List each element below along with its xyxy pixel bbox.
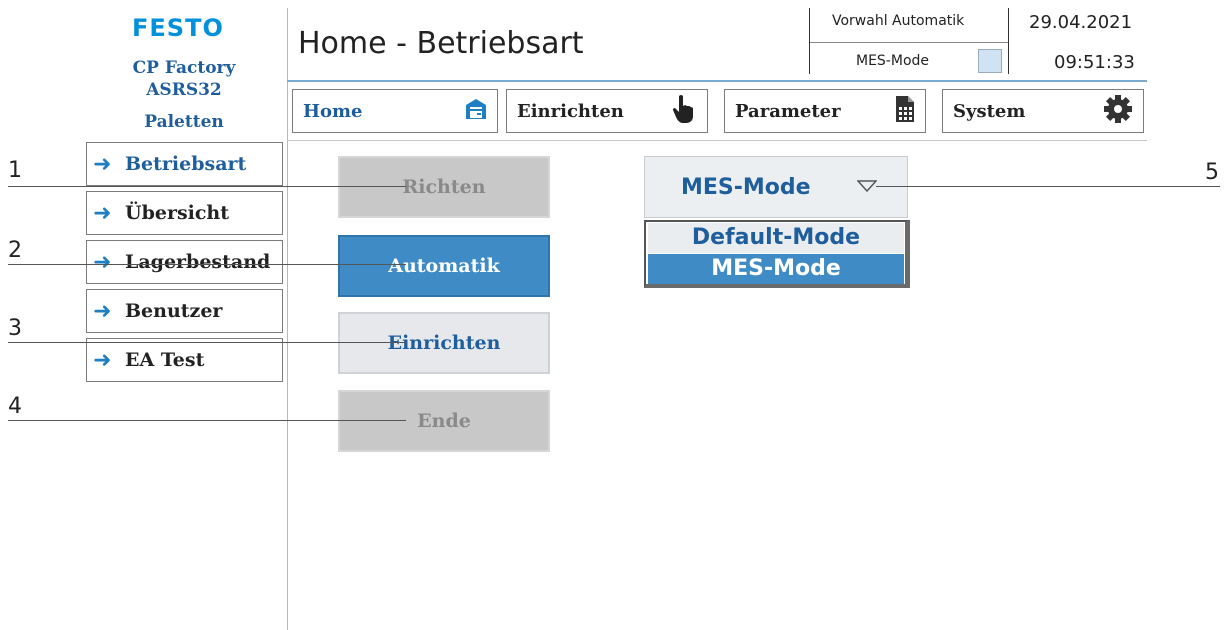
brand-line-cp-factory: CP Factory (132, 58, 236, 78)
nav-einrichten-label: Einrichten (517, 100, 624, 122)
sidebar-item-label: Betriebsart (125, 153, 247, 175)
nav-parameter-button[interactable]: Parameter (724, 89, 926, 133)
arrow-right-icon: ➜ (93, 347, 112, 373)
callout-number: 3 (8, 316, 22, 341)
callout-line (8, 264, 406, 265)
option-default-mode[interactable]: Default-Mode (648, 223, 904, 253)
sidebar-item-label: Benutzer (125, 300, 223, 322)
date-display: 29.04.2021 (1029, 12, 1133, 33)
option-mes-mode[interactable]: MES-Mode (648, 254, 904, 284)
callout-line (8, 420, 406, 421)
hand-pointer-icon (671, 94, 697, 129)
title-underline (287, 80, 1147, 82)
nav-einrichten-button[interactable]: Einrichten (506, 89, 708, 133)
callout-number: 2 (8, 238, 22, 263)
header-divider (1008, 8, 1009, 74)
callout-number: 4 (8, 394, 22, 419)
callout-number: 5 (1205, 160, 1219, 185)
callout-line (8, 186, 406, 187)
brand-line-subtitle: Paletten (144, 112, 224, 132)
mes-mode-label: MES-Mode (856, 53, 930, 69)
richten-button[interactable]: Richten (338, 156, 550, 218)
einrichten-button[interactable]: Einrichten (338, 312, 550, 374)
arrow-right-icon: ➜ (93, 298, 112, 324)
document-icon (895, 95, 915, 128)
sidebar-item-label: Lagerbestand (125, 251, 271, 273)
nav-system-label: System (953, 100, 1026, 122)
nav-parameter-label: Parameter (735, 100, 841, 122)
nav-system-button[interactable]: System (942, 89, 1144, 133)
mode-select-value: MES-Mode (681, 174, 811, 200)
sidebar-item-label: EA Test (125, 349, 205, 371)
sidebar-item-betriebsart[interactable]: ➜ Betriebsart (86, 142, 283, 186)
gear-icon (1103, 94, 1133, 129)
sidebar-item-benutzer[interactable]: ➜ Benutzer (86, 289, 283, 333)
festo-logo: FESTO (132, 14, 224, 42)
mes-mode-indicator (978, 49, 1002, 73)
header-divider (809, 8, 810, 74)
brand-line-station: ASRS32 (146, 80, 222, 100)
nav-home-label: Home (303, 100, 363, 122)
sidebar-item-lagerbestand[interactable]: ➜ Lagerbestand (86, 240, 283, 284)
arrow-right-icon: ➜ (93, 200, 112, 226)
callout-number: 1 (8, 158, 22, 183)
ende-button[interactable]: Ende (338, 390, 550, 452)
header-separator (810, 42, 1008, 43)
sidebar-item-ea-test[interactable]: ➜ EA Test (86, 338, 283, 382)
dropdown-triangle-icon (856, 179, 878, 198)
sidebar-item-uebersicht[interactable]: ➜ Übersicht (86, 191, 283, 235)
arrow-right-icon: ➜ (93, 151, 112, 177)
house-icon (465, 98, 487, 125)
mode-select[interactable]: MES-Mode (644, 156, 908, 218)
time-display: 09:51:33 (1054, 52, 1135, 73)
mode-select-list: Default-Mode MES-Mode (644, 220, 910, 288)
automatik-button[interactable]: Automatik (338, 235, 550, 297)
nav-home-button[interactable]: Home (292, 89, 498, 133)
page-title: Home - Betriebsart (298, 26, 584, 61)
nav-underline (287, 140, 1147, 141)
callout-line (876, 186, 1220, 187)
callout-line (8, 342, 406, 343)
sidebar-item-label: Übersicht (125, 202, 230, 224)
vorwahl-automatik-label: Vorwahl Automatik (832, 13, 965, 29)
sidebar-divider (287, 8, 288, 630)
arrow-right-icon: ➜ (93, 249, 112, 275)
